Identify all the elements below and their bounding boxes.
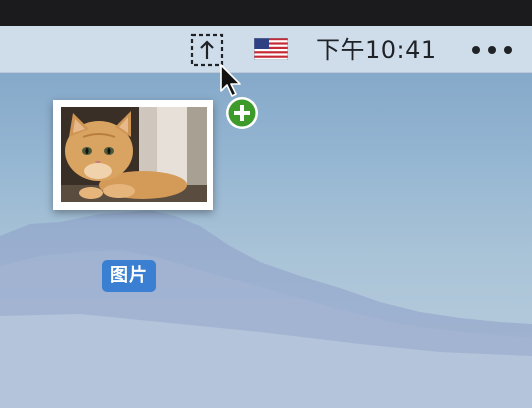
ellipsis-dot <box>488 46 496 54</box>
us-flag-icon[interactable] <box>253 37 289 61</box>
mountain-wallpaper <box>0 210 532 408</box>
upload-arrow-icon[interactable] <box>190 33 224 67</box>
file-name-label[interactable]: 图片 <box>102 260 156 292</box>
ellipsis-dot <box>504 46 512 54</box>
menu-clock[interactable]: 下午10:41 <box>316 33 437 67</box>
cat-photo-thumbnail[interactable] <box>53 100 213 210</box>
ellipsis-dot <box>472 46 480 54</box>
desktop-background[interactable] <box>0 26 532 408</box>
plus-badge-icon <box>222 95 262 131</box>
top-dark-strip <box>0 0 532 26</box>
ellipsis-icon[interactable] <box>472 39 512 61</box>
cat-image <box>61 107 207 202</box>
arrow-cursor-icon <box>219 63 245 99</box>
